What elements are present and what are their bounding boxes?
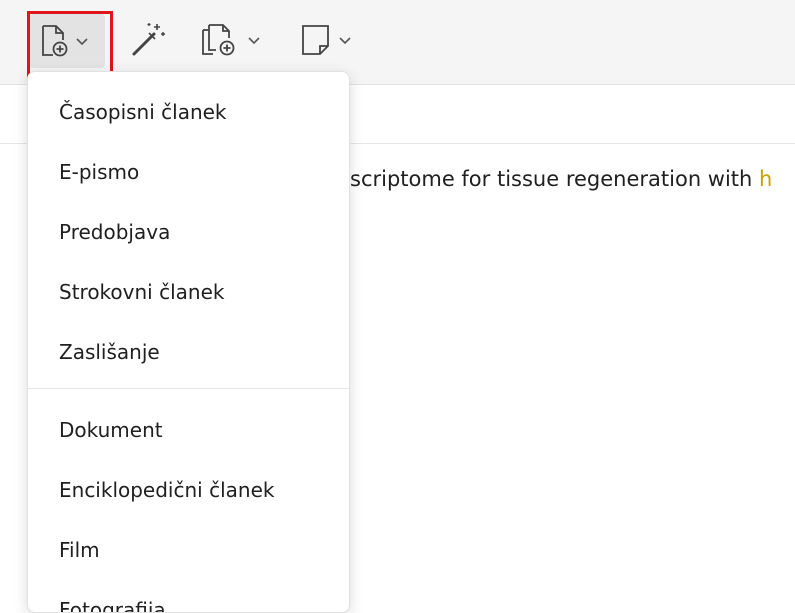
- item-title-tail: h: [759, 167, 773, 191]
- item-title-text: scriptome for tissue regeneration with: [350, 167, 760, 191]
- new-item-menu: Časopisni članek E-pismo Predobjava Stro…: [27, 71, 350, 613]
- menu-separator: [28, 388, 349, 389]
- item-title: scriptome for tissue regeneration with h: [350, 167, 772, 191]
- magic-wand-icon: [128, 20, 168, 60]
- chevron-down-icon: [247, 35, 261, 45]
- new-item-button[interactable]: [29, 14, 105, 68]
- chevron-down-icon: [75, 36, 89, 46]
- menu-item-dokument[interactable]: Dokument: [28, 406, 349, 454]
- magic-wand-button[interactable]: [128, 14, 168, 66]
- menu-item-casopisni-clanek[interactable]: Časopisni članek: [28, 88, 349, 136]
- add-attachment-button[interactable]: [199, 14, 261, 66]
- document-plus-icon: [39, 24, 71, 58]
- menu-item-fotografija[interactable]: Fotografija: [28, 586, 349, 612]
- chevron-down-icon: [338, 35, 352, 45]
- menu-item-enciklopedicni-clanek[interactable]: Enciklopedični članek: [28, 466, 349, 514]
- menu-item-e-pismo[interactable]: E-pismo: [28, 148, 349, 196]
- note-icon: [298, 20, 334, 60]
- add-note-button[interactable]: [298, 14, 352, 66]
- menu-item-zaslisanje[interactable]: Zaslišanje: [28, 328, 349, 376]
- menu-item-film[interactable]: Film: [28, 526, 349, 574]
- menu-item-predobjava[interactable]: Predobjava: [28, 208, 349, 256]
- menu-item-strokovni-clanek[interactable]: Strokovni članek: [28, 268, 349, 316]
- stacked-documents-plus-icon: [199, 20, 243, 60]
